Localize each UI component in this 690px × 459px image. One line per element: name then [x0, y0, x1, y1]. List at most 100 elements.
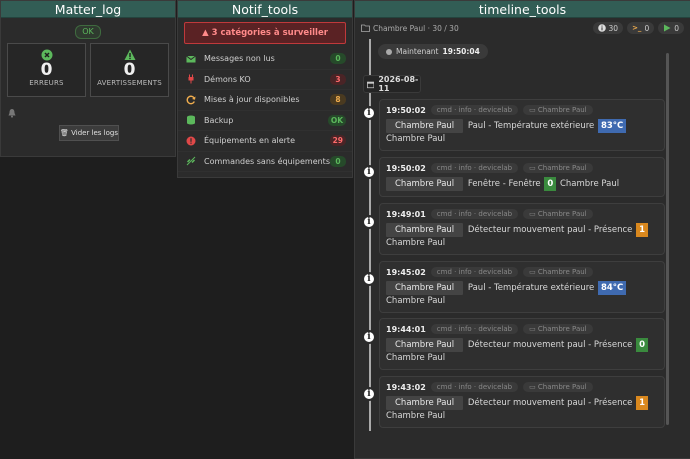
calendar-icon: [367, 81, 375, 88]
folder-icon: ▭: [529, 164, 538, 172]
equipment-tag: Chambre Paul: [386, 396, 464, 410]
scrollbar[interactable]: [666, 53, 669, 425]
database-icon: [187, 115, 195, 125]
folder-icon: ▭: [529, 106, 538, 114]
event-text: Paul - Température extérieure: [467, 283, 595, 293]
cmd-filter-pill[interactable]: >_ 0: [627, 22, 655, 34]
errors-label: ERREURS: [29, 79, 64, 87]
errors-count: 0: [40, 60, 53, 80]
widget-title: Notif_tools: [178, 1, 352, 18]
alert-summary-button[interactable]: ▲ 3 catégories à surveiller: [184, 22, 346, 44]
equipment-tag: Chambre Paul: [386, 223, 464, 237]
notif-row-label: Messages non lus: [204, 54, 275, 64]
event-text: Détecteur mouvement paul - Présence: [467, 340, 633, 350]
event-room: ▭ Chambre Paul: [523, 105, 593, 115]
timeline-event[interactable]: 19:50:02 cmd · info · devicelab ▭ Chambre …: [379, 99, 665, 151]
folder-icon: [361, 24, 370, 32]
info-icon: i: [362, 165, 376, 179]
matter-log-widget: Matter_log OK 0 ERREURS 0 AVERTISSEMENTS…: [0, 0, 176, 157]
folder-icon: ▭: [529, 383, 538, 391]
event-suffix: Chambre Paul: [386, 134, 446, 144]
widget-title: Matter_log: [1, 1, 175, 18]
notif-row-label: Équipements en alerte: [204, 136, 295, 146]
notif-row-backup[interactable]: Backup OK: [178, 111, 352, 131]
notif-row-daemons[interactable]: Démons KO 3: [178, 70, 352, 90]
notif-row-messages[interactable]: Messages non lus 0: [178, 49, 352, 70]
timeline-event[interactable]: 19:45:02 cmd · info · devicelab ▭ Chambre …: [379, 261, 665, 313]
event-value: 0: [636, 338, 648, 352]
terminal-icon: >_: [632, 24, 642, 32]
info-count: 30: [608, 23, 619, 33]
warnings-count: 0: [123, 60, 136, 80]
count-badge: 0: [330, 53, 346, 65]
clear-logs-label: Vider les logs: [71, 129, 118, 137]
breadcrumb: Chambre Paul · 30 / 30: [361, 24, 589, 33]
warnings-counter: 0 AVERTISSEMENTS: [90, 43, 169, 97]
refresh-icon: [186, 95, 196, 105]
trash-icon: 🗑: [60, 129, 69, 137]
event-time: 19:50:02: [386, 105, 426, 115]
notif-row-equipment-alerts[interactable]: Équipements en alerte 29: [178, 131, 352, 152]
event-meta: cmd · info · devicelab: [430, 105, 519, 115]
event-time: 19:43:02: [386, 382, 426, 392]
notif-row-label: Commandes sans équipements: [204, 156, 330, 166]
now-dot: [386, 48, 392, 55]
count-badge: 0: [330, 155, 346, 167]
status-badge: OK: [75, 25, 101, 39]
timeline-list[interactable]: Maintenant 19:50:04 2026-08-11 i 19:50:0…: [355, 39, 690, 431]
count-badge: OK: [327, 114, 346, 126]
event-text: Détecteur mouvement paul - Présence: [467, 398, 633, 408]
info-icon: i: [362, 215, 376, 229]
equipment-tag: Chambre Paul: [386, 338, 464, 352]
plug-icon: [188, 74, 194, 84]
event-meta: cmd · info · devicelab: [430, 267, 519, 277]
event-value: 1: [636, 396, 648, 410]
folder-icon: ▭: [529, 210, 538, 218]
warning-icon: ▲: [202, 28, 209, 38]
event-room-label: Chambre Paul: [537, 268, 587, 276]
event-suffix: Chambre Paul: [386, 411, 446, 421]
event-meta: cmd · info · devicelab: [430, 209, 519, 219]
date-header: 2026-08-11: [363, 75, 421, 93]
alert-summary-label: 3 catégories à surveiller: [211, 28, 328, 38]
event-meta: cmd · info · devicelab: [430, 163, 519, 173]
notif-row-label: Mises à jour disponibles: [204, 95, 300, 105]
event-value: 84°C: [597, 281, 627, 295]
date-label: 2026-08-11: [378, 75, 419, 93]
equipment-tag: Chambre Paul: [386, 177, 464, 191]
event-room-label: Chambre Paul: [537, 164, 587, 172]
timeline-event[interactable]: 19:50:02 cmd · info · devicelab ▭ Chambre …: [379, 157, 665, 197]
clear-logs-button[interactable]: 🗑 Vider les logs: [59, 125, 119, 141]
event-room-label: Chambre Paul: [537, 383, 587, 391]
event-suffix: Chambre Paul: [559, 179, 620, 189]
event-value: 1: [636, 223, 648, 237]
notif-row-updates[interactable]: Mises à jour disponibles 8: [178, 90, 352, 111]
event-time: 19:50:02: [386, 163, 426, 173]
count-badge: 8: [330, 94, 346, 106]
event-room-label: Chambre Paul: [537, 106, 587, 114]
info-icon: i: [362, 106, 376, 120]
timeline-event[interactable]: 19:43:02 cmd · info · devicelab ▭ Chambre …: [379, 376, 665, 428]
bell-icon: [8, 109, 16, 118]
envelope-icon: [186, 55, 196, 63]
timeline-axis: [369, 39, 371, 431]
notif-tools-widget: Notif_tools ▲ 3 catégories à surveiller …: [177, 0, 353, 178]
info-icon: [597, 24, 606, 32]
breadcrumb-label: Chambre Paul · 30 / 30: [373, 23, 459, 33]
info-icon: i: [362, 272, 376, 286]
event-time: 19:44:01: [386, 324, 426, 334]
widget-title: timeline_tools: [355, 1, 690, 18]
event-text: Paul - Température extérieure: [467, 121, 595, 131]
event-room: ▭ Chambre Paul: [523, 163, 593, 173]
info-filter-pill[interactable]: 30: [592, 22, 624, 34]
now-label: Maintenant: [396, 47, 439, 56]
timeline-event[interactable]: 19:49:01 cmd · info · devicelab ▭ Chambre …: [379, 203, 665, 255]
event-room: ▭ Chambre Paul: [523, 324, 593, 334]
equipment-tag: Chambre Paul: [386, 119, 464, 133]
event-text: Détecteur mouvement paul - Présence: [467, 225, 633, 235]
timeline-event[interactable]: 19:44:01 cmd · info · devicelab ▭ Chambre …: [379, 318, 665, 370]
event-value: 83°C: [597, 119, 627, 133]
notif-row-orphan-commands[interactable]: Commandes sans équipements 0: [178, 152, 352, 172]
event-suffix: Chambre Paul: [386, 296, 446, 306]
run-filter-pill[interactable]: 0: [658, 22, 684, 34]
